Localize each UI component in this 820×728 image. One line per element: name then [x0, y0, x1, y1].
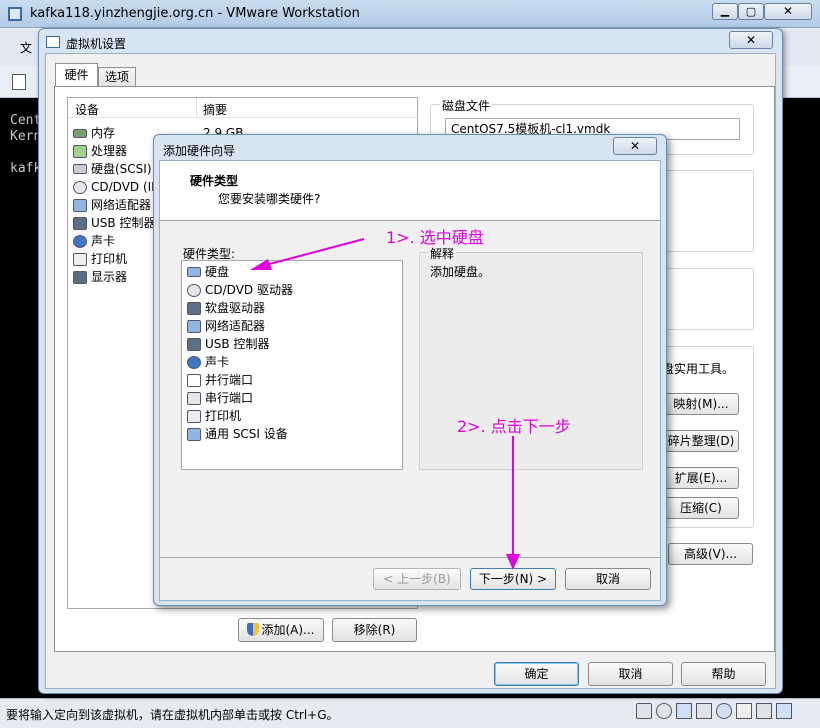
annotation-arrows: [250, 238, 520, 570]
arrow-to-hdd: [250, 238, 365, 270]
arrow-to-next: [506, 436, 520, 570]
